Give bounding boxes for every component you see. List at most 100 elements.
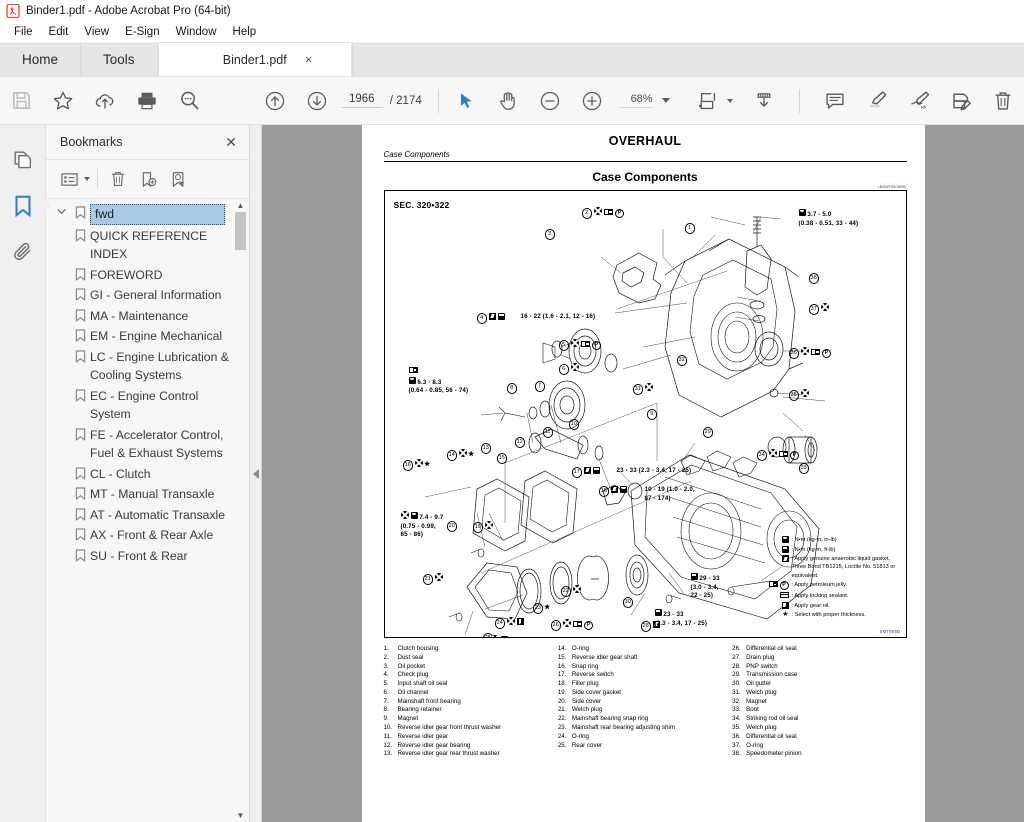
bookmark-item-lc-engine-lubrication-cooling[interactable]: LC - Engine Lubrication & Cooling System… <box>46 347 249 386</box>
scroll-down-icon[interactable]: ▼ <box>234 809 247 822</box>
legend-row-select-thickness: ★ : Select with proper thickness. <box>749 611 901 619</box>
marker-35: 35 <box>788 389 809 401</box>
highlight-icon[interactable] <box>856 79 898 123</box>
stamp-edit-icon[interactable] <box>940 79 982 123</box>
bookmark-item-at-automatic-transaxle[interactable]: AT - Automatic Transaxle <box>46 505 249 526</box>
page-header-subtitle: Case Components <box>383 150 907 162</box>
close-icon[interactable]: ✕ <box>225 135 237 149</box>
bookmark-icon <box>70 348 90 363</box>
bookmark-item-mt-manual-transaxle[interactable]: MT - Manual Transaxle <box>46 484 249 505</box>
marker-8: 8 <box>506 383 517 394</box>
minus-circle-icon[interactable] <box>529 79 571 123</box>
tab-document-label: Binder1.pdf <box>222 52 287 67</box>
bookmark-item-su-front-rear[interactable]: SU - Front & Rear <box>46 546 249 567</box>
bookmark-item-cl-clutch[interactable]: CL - Clutch <box>46 464 249 485</box>
sign-icon[interactable] <box>898 79 940 123</box>
part-item: 19. Side cover gasket <box>557 688 621 696</box>
marker-9: 9 <box>646 409 657 420</box>
hand-icon[interactable] <box>487 79 529 123</box>
options-chevron-down-icon[interactable] <box>84 177 90 181</box>
page-number-input[interactable]: 1966 <box>341 93 382 108</box>
bookmarks-icon[interactable] <box>6 187 52 225</box>
marker-11: 11 <box>542 427 553 438</box>
bookmarks-scrollbar[interactable]: ▲ ▼ <box>234 199 247 822</box>
torque-callout-2: 16 - 22 (1.6 - 2.1, 12 - 16) <box>521 313 596 322</box>
arrow-up-circle-icon[interactable] <box>254 79 296 123</box>
bookmark-label-selected[interactable]: fwd <box>90 204 249 225</box>
menu-edit[interactable]: Edit <box>41 25 77 39</box>
menu-file[interactable]: File <box>6 25 41 39</box>
bookmark-item-fe-accelerator-control-fuel-exhaust[interactable]: FE - Accelerator Control, Fuel & Exhaust… <box>46 425 249 464</box>
bookmark-item-ma-maintenance[interactable]: MA - Maintenance <box>46 306 249 327</box>
tab-document[interactable]: Binder1.pdf × <box>157 42 352 76</box>
bookmark-icon <box>70 465 90 480</box>
legend-text: N•m (kg-m, in-lb) <box>794 536 837 543</box>
cloud-upload-icon[interactable] <box>84 79 126 123</box>
torque-callout-1-text: 3.7 - 5.0 (0.38 - 0.51, 33 - 44) <box>798 211 859 227</box>
bookmark-item-gi-general-information[interactable]: GI - General Information <box>46 285 249 306</box>
star-icon[interactable] <box>42 79 84 123</box>
chevron-down-icon[interactable] <box>661 98 670 103</box>
marker-10: 10 <box>568 419 579 430</box>
zoom-level-control[interactable]: 68% <box>618 93 670 108</box>
document-code: =NOMT0006500 <box>877 185 907 189</box>
page-thumbnails-icon[interactable] <box>6 141 40 179</box>
menu-help[interactable]: Help <box>225 25 265 39</box>
scroll-up-icon[interactable]: ▲ <box>234 199 247 212</box>
part-item: 14. O-ring <box>557 645 590 652</box>
bookmark-edit-field[interactable]: fwd <box>90 204 225 225</box>
part-item: 1. Clutch housing <box>383 645 439 652</box>
find-bookmark-icon[interactable] <box>165 166 191 192</box>
document-view[interactable]: OVERHAUL Case Components Case Components… <box>262 125 1024 822</box>
bookmark-item-ec-engine-control-system[interactable]: EC - Engine Control System <box>46 386 249 425</box>
page-scroll-icon[interactable] <box>743 79 785 123</box>
delete-icon[interactable] <box>982 79 1024 123</box>
search-zoom-icon[interactable] <box>168 79 210 123</box>
bookmark-icon <box>70 485 90 500</box>
print-icon[interactable] <box>126 79 168 123</box>
attachments-icon[interactable] <box>6 233 40 271</box>
new-bookmark-icon[interactable] <box>135 166 161 192</box>
bookmark-icon <box>70 307 90 322</box>
bookmarks-tree[interactable]: fwd QUICK REFERENCE INDEX FOREWORD GI - … <box>46 199 249 822</box>
part-item: 8. Bearing retainer <box>383 706 442 714</box>
marker-21: 21 <box>422 573 443 585</box>
marker-2: 2P <box>581 207 624 219</box>
comment-icon[interactable] <box>814 79 856 123</box>
torque-callout-6: 7.4 - 9.7 (0.75 - 0.99, 65 - 86) <box>400 511 444 540</box>
options-list-icon[interactable] <box>56 166 82 192</box>
arrow-down-circle-icon[interactable] <box>296 79 338 123</box>
delete-bookmark-icon[interactable] <box>105 166 131 192</box>
toolbar-file-group <box>0 79 210 123</box>
menu-view[interactable]: View <box>76 25 117 39</box>
marker-13: 13 <box>480 443 491 454</box>
bookmark-root-item[interactable]: fwd <box>46 203 249 226</box>
torque-callout-4-text: 23 - 33 (2.3 - 3.4, 17 - 25) <box>616 467 692 474</box>
bookmark-item-ax-front-rear-axle[interactable]: AX - Front & Rear Axle <box>46 525 249 546</box>
scrollbar-thumb[interactable] <box>235 212 246 250</box>
main-toolbar: 1966 / 2174 68% <box>0 77 1024 125</box>
bookmark-item-foreword[interactable]: FOREWORD <box>46 265 249 286</box>
menu-esign[interactable]: E-Sign <box>117 25 168 39</box>
save-icon[interactable] <box>0 79 42 123</box>
section-heading: Case Components <box>592 170 698 184</box>
chevron-down-icon[interactable] <box>52 204 70 215</box>
bookmark-item-em-engine-mechanical[interactable]: EM - Engine Mechanical <box>46 326 249 347</box>
marker-1: 1 <box>684 223 695 234</box>
tab-strip: Home Tools Binder1.pdf × <box>0 42 1024 77</box>
tab-home[interactable]: Home <box>0 43 82 76</box>
legend-text: N•m (kg-m, ft-lb) <box>794 546 836 553</box>
parts-column-2: 14. O-ring 15. Reverse idler gear shaft 16… <box>558 645 732 759</box>
plus-circle-icon[interactable] <box>571 79 613 123</box>
bookmark-item-quick-reference-index[interactable]: QUICK REFERENCE INDEX <box>46 226 249 265</box>
menu-window[interactable]: Window <box>168 25 225 39</box>
panel-collapse-handle[interactable] <box>250 125 262 822</box>
fit-page-chevron-down-icon[interactable] <box>727 98 734 103</box>
part-item: 4. Check plug <box>383 671 429 679</box>
part-item: 29. Transmission case <box>732 671 798 679</box>
tab-tools[interactable]: Tools <box>81 43 158 76</box>
marker-20: 20 <box>446 521 457 532</box>
close-icon[interactable]: × <box>305 53 313 66</box>
cursor-arrow-icon[interactable] <box>445 79 487 123</box>
fit-page-icon[interactable] <box>693 79 723 123</box>
